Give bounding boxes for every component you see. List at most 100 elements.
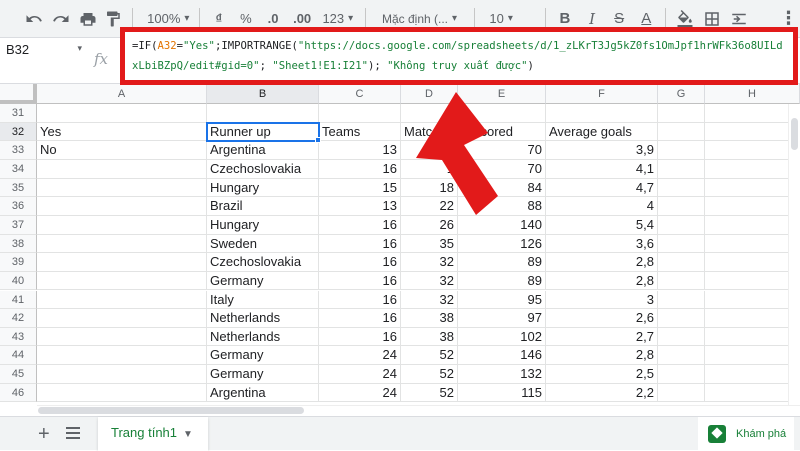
formula-input[interactable]: =IF(A32="Yes";IMPORTRANGE("https://docs.… (120, 27, 798, 85)
column-header-b[interactable]: B (207, 84, 319, 104)
cell[interactable]: 2,5 (546, 365, 658, 384)
cell[interactable]: No (37, 141, 207, 160)
cell[interactable] (37, 159, 207, 179)
add-sheet-icon[interactable]: + (38, 424, 50, 444)
cell[interactable] (37, 365, 207, 384)
cell[interactable]: 2,8 (546, 271, 658, 291)
cell[interactable]: 2,2 (546, 383, 658, 403)
cell[interactable]: Hungary (207, 215, 319, 235)
cell[interactable] (37, 290, 207, 310)
name-box[interactable]: B32 ▾ (0, 38, 86, 60)
cell[interactable]: 16 (319, 290, 401, 310)
cell[interactable]: 70 (458, 141, 546, 160)
cell[interactable]: 84 (458, 178, 546, 198)
cell[interactable] (658, 178, 705, 198)
cell[interactable]: 24 (319, 365, 401, 384)
cell[interactable] (37, 104, 207, 123)
cell[interactable]: 115 (458, 383, 546, 403)
cell[interactable]: 89 (458, 271, 546, 291)
row-header[interactable]: 38 (0, 234, 37, 254)
cell[interactable]: 2,8 (546, 346, 658, 366)
cell[interactable]: 146 (458, 346, 546, 366)
cell[interactable]: 126 (458, 234, 546, 254)
cell[interactable]: 13 (319, 141, 401, 160)
cell[interactable]: Argentina (207, 141, 319, 160)
cell[interactable] (705, 383, 800, 403)
cell[interactable] (705, 234, 800, 254)
cell[interactable]: Czechoslovakia (207, 159, 319, 179)
cell[interactable]: Italy (207, 290, 319, 310)
explore-button[interactable]: Khám phá (698, 417, 794, 451)
cell[interactable] (705, 141, 800, 160)
cell[interactable]: 16 (319, 215, 401, 235)
cell[interactable]: 38 (401, 327, 458, 347)
column-header-f[interactable]: F (546, 84, 658, 104)
cell[interactable]: Teams (319, 122, 401, 142)
cell[interactable]: 140 (458, 215, 546, 235)
vertical-scroll-thumb[interactable] (791, 118, 798, 150)
cell[interactable]: 15 (319, 178, 401, 198)
cell[interactable] (658, 327, 705, 347)
cell[interactable] (37, 327, 207, 347)
cell[interactable]: 16 (319, 159, 401, 179)
fill-handle[interactable] (315, 137, 321, 144)
cell[interactable]: Hungary (207, 178, 319, 198)
row-header[interactable]: 34 (0, 159, 37, 179)
column-header-d[interactable]: D (401, 84, 458, 104)
horizontal-scroll-thumb[interactable] (38, 407, 304, 414)
row-header[interactable]: 43 (0, 327, 37, 347)
cell[interactable]: 3,9 (546, 141, 658, 160)
active-cell[interactable]: Runner up (206, 121, 320, 143)
cell[interactable] (458, 104, 546, 123)
cell[interactable] (37, 383, 207, 403)
cell[interactable]: 1 (401, 159, 458, 179)
cell[interactable]: 16 (319, 253, 401, 272)
cell[interactable] (37, 215, 207, 235)
cell[interactable] (658, 309, 705, 328)
cell[interactable] (401, 141, 458, 160)
row-header[interactable]: 44 (0, 346, 37, 366)
cell[interactable] (705, 159, 800, 179)
column-header-a[interactable]: A (37, 84, 207, 104)
row-header[interactable]: 35 (0, 178, 37, 198)
cell[interactable]: Netherlands (207, 309, 319, 328)
print-icon[interactable] (76, 6, 99, 32)
cell[interactable] (37, 234, 207, 254)
cell[interactable]: 70 (458, 159, 546, 179)
column-header-h[interactable]: H (705, 84, 800, 104)
cell[interactable] (658, 253, 705, 272)
column-header-g[interactable]: G (658, 84, 705, 104)
row-header[interactable]: 36 (0, 197, 37, 216)
cell[interactable]: 4 (546, 197, 658, 216)
cell[interactable] (705, 365, 800, 384)
cell[interactable]: 4,1 (546, 159, 658, 179)
cell[interactable] (705, 104, 800, 123)
cell[interactable]: 89 (458, 253, 546, 272)
cell[interactable]: Average goals (546, 122, 658, 142)
row-header[interactable]: 42 (0, 309, 37, 328)
cell[interactable]: 4,7 (546, 178, 658, 198)
row-header[interactable]: 46 (0, 383, 37, 403)
cell[interactable]: Yes (37, 122, 207, 142)
row-header[interactable]: 31 (0, 104, 37, 123)
cell[interactable] (37, 197, 207, 216)
cell[interactable]: 88 (458, 197, 546, 216)
cell[interactable] (658, 365, 705, 384)
cell[interactable]: Sweden (207, 234, 319, 254)
cell[interactable]: Argentina (207, 383, 319, 403)
chevron-down-icon[interactable]: ▼ (183, 429, 193, 440)
cell[interactable]: 2,8 (546, 253, 658, 272)
cell[interactable] (705, 178, 800, 198)
cell[interactable] (37, 309, 207, 328)
column-header-c[interactable]: C (319, 84, 401, 104)
select-all-corner[interactable] (0, 84, 37, 104)
cell[interactable]: 35 (401, 234, 458, 254)
cell[interactable]: 32 (401, 253, 458, 272)
row-header[interactable]: 32 (0, 122, 37, 142)
cell[interactable]: 3,6 (546, 234, 658, 254)
cell[interactable] (658, 346, 705, 366)
cell[interactable]: 52 (401, 346, 458, 366)
cell[interactable] (37, 271, 207, 291)
cell[interactable]: 24 (319, 383, 401, 403)
cell[interactable] (37, 178, 207, 198)
